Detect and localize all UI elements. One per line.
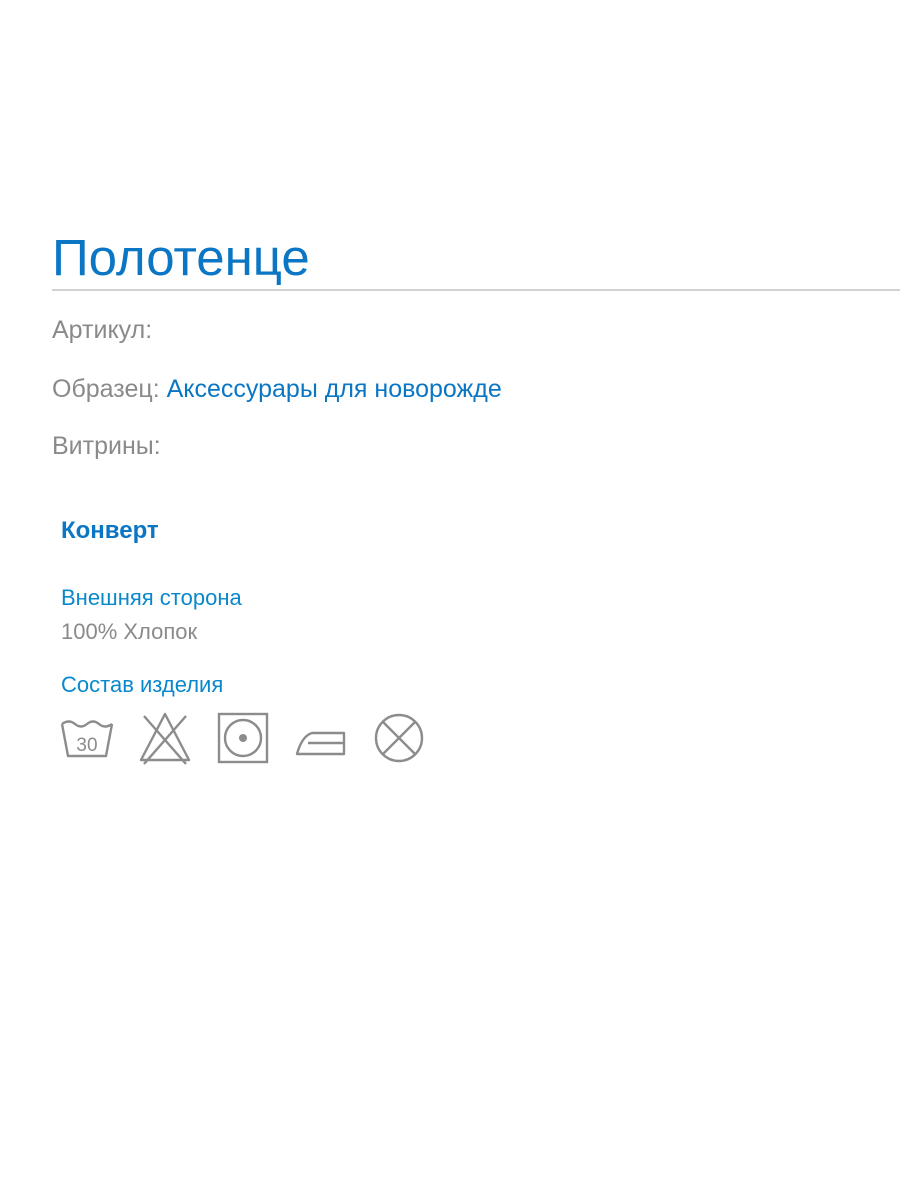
sample-label: Образец:	[52, 375, 160, 403]
section-title: Конверт	[61, 517, 159, 544]
wash-temperature: 30	[76, 735, 97, 756]
article-label: Артикул:	[52, 316, 153, 344]
wash-30-icon: 30	[60, 708, 114, 768]
sample-link[interactable]: Аксессурары для новорожде	[167, 375, 502, 403]
iron-icon	[294, 708, 348, 768]
do-not-bleach-icon	[138, 708, 192, 768]
sample-row: Образец: Аксессурары для новорожде	[52, 374, 502, 404]
article-row: Артикул:	[52, 315, 152, 345]
tumble-dry-icon	[216, 708, 270, 768]
composition-label: Состав изделия	[61, 672, 224, 697]
showcase-row: Витрины:	[52, 431, 161, 461]
showcase-label: Витрины:	[52, 432, 161, 460]
outer-side-value: 100% Хлопок	[61, 619, 198, 644]
outer-side-label: Внешняя сторона	[61, 585, 242, 610]
page-title: Полотенце	[52, 229, 310, 286]
do-not-dry-clean-icon	[372, 708, 426, 768]
title-divider	[52, 289, 900, 291]
care-icons: 30	[60, 708, 450, 768]
